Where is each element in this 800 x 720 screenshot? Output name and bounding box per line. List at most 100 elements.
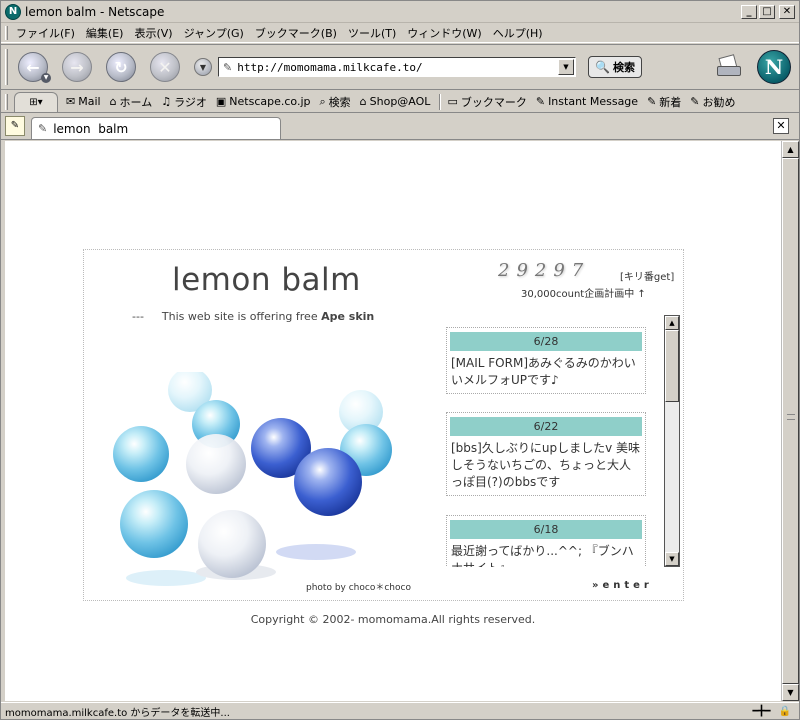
link-icon: ✎	[690, 95, 700, 108]
back-dropdown-icon[interactable]: ▼	[41, 73, 51, 83]
forward-arrow-icon: →	[70, 57, 84, 77]
toolbar-separator	[439, 93, 442, 110]
scroll-thumb[interactable]	[782, 158, 799, 684]
tagline-skin-link[interactable]: Ape skin	[321, 310, 374, 323]
menu-window[interactable]: ウィンドウ(W)	[407, 25, 481, 41]
count-plan-note: 30,000count企画計画中 ↑	[521, 289, 646, 300]
personal-toolbar: ⊞▾ ✉ Mail ⌂ ホーム ♫ ラジオ ▣ Netscape.co.jp ⌕…	[1, 91, 799, 113]
toolbar-grip[interactable]	[5, 25, 8, 40]
marble	[113, 426, 169, 482]
news-date: 6/18	[450, 520, 642, 539]
toolbar-link-label: Instant Message	[548, 95, 639, 108]
navigation-toolbar: ← ▼ → ↻ ✕ ▼ ✎ ▼ 🔍 検索 N	[1, 44, 799, 90]
access-counter: 29297	[498, 260, 591, 281]
marble	[198, 510, 266, 578]
reload-button[interactable]: ↻	[106, 52, 136, 82]
menu-file[interactable]: ファイル(F)	[16, 25, 75, 41]
toolbar-link-label: ホーム	[119, 95, 153, 109]
close-tab-button[interactable]: ✕	[773, 118, 789, 134]
maximize-button[interactable]: □	[759, 4, 775, 19]
connection-icon[interactable]: ━╋━	[752, 706, 770, 717]
minimize-button[interactable]: _	[741, 4, 757, 19]
history-dropdown-button[interactable]: ▼	[194, 58, 212, 76]
menu-tools[interactable]: ツール(T)	[348, 25, 396, 41]
page-content: lemon balm 29297 [キリ番get] 30,000count企画計…	[5, 141, 781, 701]
status-bar: momomama.milkcafe.to からデータを転送中... ━╋━ 🔒	[1, 702, 799, 720]
back-button[interactable]: ← ▼	[18, 52, 51, 83]
toolbar-link-bookmarks[interactable]: ▭ ブックマーク	[447, 94, 526, 110]
kiriban-link[interactable]: [キリ番get]	[620, 268, 674, 283]
my-netscape-icon: ▣	[215, 95, 227, 108]
print-icon[interactable]	[715, 54, 743, 78]
marble	[120, 490, 188, 558]
site-title: lemon balm	[172, 262, 361, 298]
page-proxy-icon[interactable]: ✎	[223, 61, 232, 74]
enter-link[interactable]: »enter	[592, 580, 653, 591]
toolbar-link-home[interactable]: ⌂ ホーム	[110, 94, 153, 110]
marbles-photo	[113, 372, 392, 586]
news-item: 6/22 [bbs]久しぶりにupしましたv 美味しそうないちごの、ちょっと大人…	[446, 412, 646, 496]
forward-button[interactable]: →	[62, 52, 92, 82]
menu-edit[interactable]: 編集(E)	[86, 25, 124, 41]
menu-bookmarks[interactable]: ブックマーク(B)	[255, 25, 337, 41]
menu-bar: ファイル(F) 編集(E) 表示(V) ジャンプ(G) ブックマーク(B) ツー…	[1, 23, 799, 43]
news-scrollbar[interactable]: ▲ ▼	[664, 315, 680, 567]
tab-label: lemon balm	[53, 121, 129, 136]
toolbar-link-label: 検索	[328, 95, 351, 109]
toolbar-link-new[interactable]: ✎ 新着	[647, 94, 681, 110]
window-title: lemon balm - Netscape	[25, 4, 165, 19]
chevron-down-icon: ▼	[199, 62, 207, 72]
netscape-logo-icon[interactable]: N	[757, 50, 791, 84]
news-text: [MAIL FORM]あみぐるみのかわいいメルフォUPです♪	[451, 356, 636, 387]
photo-credit: photo by choco＊choco	[306, 583, 411, 593]
tab-bar: ✎ ✎ lemon balm ✕	[1, 114, 799, 140]
new-tab-button[interactable]: ✎	[5, 116, 25, 136]
toolbar-link-label: Mail	[78, 95, 101, 108]
sidebar-toggle-button[interactable]: ⊞▾	[14, 91, 58, 112]
toolbar-link-shop[interactable]: ⌂ Shop@AOL	[360, 95, 431, 108]
toolbar-link-mail[interactable]: ✉ Mail	[66, 95, 101, 108]
copyright: Copyright © 2002- momomama.All rights re…	[250, 613, 536, 626]
security-lock-icon[interactable]: 🔒	[779, 706, 791, 717]
link-icon: ✎	[535, 95, 546, 108]
link-icon: ✎	[647, 95, 657, 108]
tab-lemon-balm[interactable]: ✎ lemon balm	[31, 117, 281, 139]
news-date: 6/28	[450, 332, 642, 351]
toolbar-link-label: Netscape.co.jp	[229, 95, 311, 108]
toolbar-link-instant-message[interactable]: ✎ Instant Message	[536, 95, 638, 108]
page-scrollbar[interactable]: ▲ ▼	[781, 141, 799, 701]
toolbar-link-recommended[interactable]: ✎ お勧め	[690, 94, 735, 110]
scroll-up-arrow-icon[interactable]: ▲	[665, 316, 679, 330]
toolbar-grip[interactable]	[5, 49, 8, 85]
search-button-label: 検索	[612, 61, 635, 74]
toolbar-right-icons: N	[715, 50, 791, 84]
toolbar-link-radio[interactable]: ♫ ラジオ	[161, 94, 207, 110]
menu-jump[interactable]: ジャンプ(G)	[184, 25, 244, 41]
mail-icon: ✉	[66, 95, 76, 108]
toolbar-link-netscape[interactable]: ▣ Netscape.co.jp	[216, 95, 311, 108]
scroll-down-arrow-icon[interactable]: ▼	[782, 684, 799, 701]
site-frame: lemon balm 29297 [キリ番get] 30,000count企画計…	[83, 249, 684, 601]
toolbar-grip[interactable]	[5, 93, 8, 110]
url-input[interactable]	[237, 60, 558, 74]
scroll-thumb[interactable]	[665, 330, 679, 402]
stop-button[interactable]: ✕	[150, 52, 180, 82]
browser-window: N lemon balm - Netscape _ □ ✕ ファイル(F) 編集…	[0, 0, 800, 720]
news-panel[interactable]: 6/28 [MAIL FORM]あみぐるみのかわいいメルフォUPです♪ 6/22…	[446, 315, 682, 567]
search-button[interactable]: 🔍 検索	[588, 56, 642, 78]
folder-icon: ▭	[447, 95, 458, 108]
scroll-down-arrow-icon[interactable]: ▼	[665, 552, 679, 566]
netscape-icon: N	[5, 3, 21, 20]
toolbar-link-search[interactable]: ⌕ 検索	[319, 94, 350, 110]
title-bar[interactable]: N lemon balm - Netscape _ □ ✕	[1, 1, 799, 23]
menu-help[interactable]: ヘルプ(H)	[493, 25, 543, 41]
url-bar[interactable]: ✎ ▼	[218, 57, 576, 77]
tagline-dash: ---	[132, 310, 144, 323]
scroll-up-arrow-icon[interactable]: ▲	[782, 141, 799, 158]
news-text: 最近謝ってばかり...^^; 『ブンハナサイト』	[451, 544, 634, 567]
toolbar-link-label: ラジオ	[174, 95, 207, 109]
menu-view[interactable]: 表示(V)	[134, 25, 172, 41]
close-button[interactable]: ✕	[779, 4, 795, 19]
toolbar-link-label: お勧め	[702, 95, 736, 109]
url-dropdown-button[interactable]: ▼	[558, 59, 574, 75]
